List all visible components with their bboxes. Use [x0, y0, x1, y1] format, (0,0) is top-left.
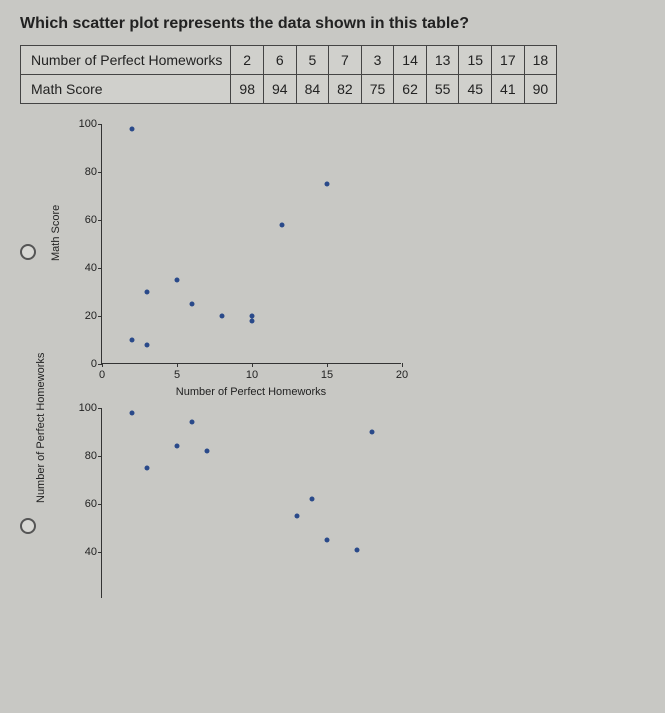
- cell: 2: [231, 46, 264, 75]
- cell: 17: [492, 46, 525, 75]
- radio-option-1[interactable]: [20, 244, 36, 260]
- y-tick: 60: [72, 214, 97, 226]
- data-point: [190, 420, 195, 425]
- cell: 18: [524, 46, 557, 75]
- cell: 14: [394, 46, 427, 75]
- cell: 90: [524, 75, 557, 104]
- data-point: [190, 302, 195, 307]
- scatter-plot-2: Number of Perfect Homeworks 406080100: [61, 408, 421, 598]
- data-point: [205, 449, 210, 454]
- data-point: [325, 182, 330, 187]
- row2-label: Math Score: [21, 75, 231, 104]
- data-point: [175, 444, 180, 449]
- cell: 82: [329, 75, 362, 104]
- data-point: [355, 547, 360, 552]
- radio-option-2[interactable]: [20, 518, 36, 534]
- cell: 94: [263, 75, 296, 104]
- data-point: [250, 314, 255, 319]
- cell: 7: [329, 46, 362, 75]
- data-point: [325, 538, 330, 543]
- data-point: [295, 514, 300, 519]
- data-point: [310, 497, 315, 502]
- data-point: [220, 314, 225, 319]
- cell: 75: [361, 75, 394, 104]
- cell: 41: [492, 75, 525, 104]
- y-tick: 60: [72, 498, 97, 510]
- x-tick: 10: [246, 369, 258, 381]
- x-tick: 15: [321, 369, 333, 381]
- data-point: [130, 410, 135, 415]
- data-point: [370, 430, 375, 435]
- data-point: [145, 290, 150, 295]
- cell: 5: [296, 46, 329, 75]
- data-point: [280, 222, 285, 227]
- y-tick: 40: [72, 262, 97, 274]
- data-point: [145, 466, 150, 471]
- x-axis-label: Number of Perfect Homeworks: [101, 386, 401, 398]
- y-tick: 40: [72, 546, 97, 558]
- cell: 3: [361, 46, 394, 75]
- data-point: [250, 318, 255, 323]
- option-2: Number of Perfect Homeworks 406080100: [20, 408, 645, 598]
- data-point: [130, 126, 135, 131]
- table-row: Math Score 98 94 84 82 75 62 55 45 41 90: [21, 75, 557, 104]
- cell: 15: [459, 46, 492, 75]
- cell: 6: [263, 46, 296, 75]
- option-1: Math Score 02040608010005101520 Number o…: [20, 124, 645, 398]
- x-tick: 0: [99, 369, 105, 381]
- data-table: Number of Perfect Homeworks 2 6 5 7 3 14…: [20, 45, 557, 104]
- data-point: [130, 338, 135, 343]
- row1-label: Number of Perfect Homeworks: [21, 46, 231, 75]
- cell: 84: [296, 75, 329, 104]
- question-text: Which scatter plot represents the data s…: [20, 15, 645, 33]
- table-row: Number of Perfect Homeworks 2 6 5 7 3 14…: [21, 46, 557, 75]
- cell: 45: [459, 75, 492, 104]
- y-tick: 80: [72, 450, 97, 462]
- x-tick: 20: [396, 369, 408, 381]
- x-tick: 5: [174, 369, 180, 381]
- y-tick: 100: [72, 402, 97, 414]
- cell: 13: [426, 46, 459, 75]
- data-point: [175, 278, 180, 283]
- y-axis-label: Number of Perfect Homeworks: [35, 353, 47, 503]
- cell: 98: [231, 75, 264, 104]
- cell: 55: [426, 75, 459, 104]
- y-tick: 80: [72, 166, 97, 178]
- y-tick: 0: [72, 358, 97, 370]
- y-tick: 100: [72, 118, 97, 130]
- scatter-plot-1: Math Score 02040608010005101520 Number o…: [61, 124, 421, 398]
- data-point: [145, 342, 150, 347]
- y-tick: 20: [72, 310, 97, 322]
- y-axis-label: Math Score: [50, 205, 62, 261]
- cell: 62: [394, 75, 427, 104]
